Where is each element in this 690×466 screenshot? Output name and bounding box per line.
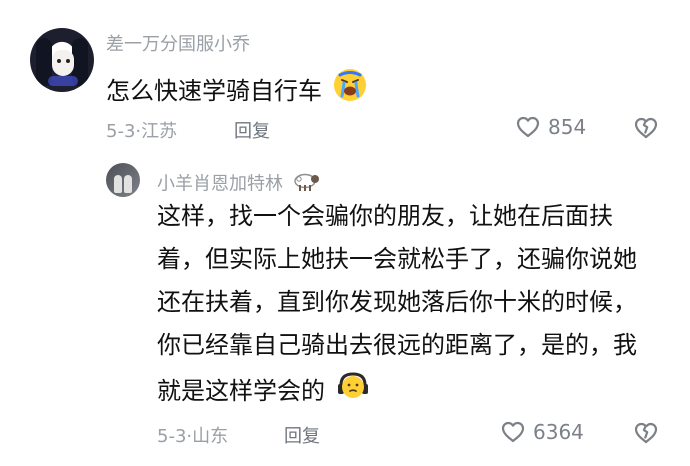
avatar-accent — [48, 76, 78, 86]
comment-meta: 5-3·江苏 回复 854 — [0, 115, 690, 145]
avatar[interactable] — [106, 163, 140, 197]
username[interactable]: 差一万分国服小乔 — [106, 33, 250, 57]
heart-icon — [500, 420, 526, 444]
avatar-eye-right — [66, 59, 70, 63]
avatar-figure-left — [114, 175, 122, 193]
like-button[interactable]: 854 — [515, 115, 586, 139]
broken-heart-icon[interactable] — [633, 421, 659, 445]
crying-face-icon — [332, 67, 368, 117]
avatar[interactable] — [30, 28, 94, 92]
date-location: 5-3·山东 — [157, 426, 229, 447]
avatar-face — [52, 50, 74, 76]
reply-button[interactable]: 回复 — [284, 422, 320, 448]
broken-heart-icon[interactable] — [633, 116, 659, 140]
comment-text: 这样，找一个会骗你的朋友，让她在后面扶着，但实际上她扶一会就松手了，还骗你说她还… — [157, 195, 657, 417]
avatar-figure-right — [124, 175, 132, 193]
like-button[interactable]: 6364 — [500, 420, 584, 444]
like-count: 6364 — [533, 420, 584, 444]
comment-text: 怎么快速学骑自行车 — [106, 67, 666, 117]
comment-body: 怎么快速学骑自行车 — [106, 77, 322, 105]
date-location: 5-3·江苏 — [106, 121, 178, 142]
reply-button[interactable]: 回复 — [234, 117, 270, 143]
comment-meta: 5-3·山东 回复 6364 — [0, 420, 690, 450]
reply-body: 这样，找一个会骗你的朋友，让她在后面扶着，但实际上她扶一会就松手了，还骗你说她还… — [157, 202, 637, 405]
headphones-face-icon — [335, 367, 371, 417]
like-count: 854 — [548, 115, 587, 139]
avatar-eye-left — [57, 59, 61, 63]
username-text: 小羊肖恩加特林 — [157, 173, 283, 195]
heart-icon — [515, 115, 541, 139]
